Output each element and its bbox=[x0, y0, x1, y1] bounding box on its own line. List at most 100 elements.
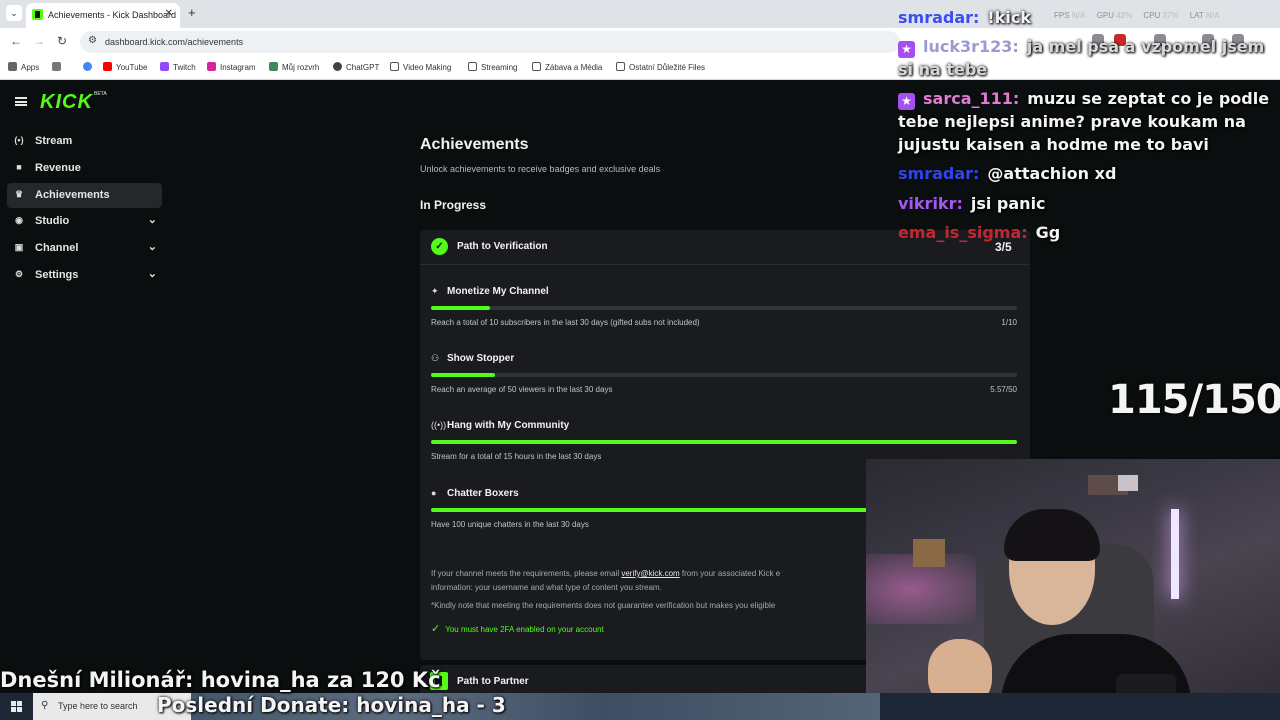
tab-search-button[interactable]: ⌄ bbox=[6, 5, 22, 21]
people-icon: ⚇ bbox=[431, 353, 440, 363]
bookmark-grid[interactable] bbox=[52, 62, 65, 72]
tab-title: Achievements - Kick Dashboard bbox=[48, 10, 177, 20]
bookmark-zabava[interactable]: Zábava a Média bbox=[532, 62, 602, 72]
sidebar-item-channel[interactable]: ▣ Channel ⌄ bbox=[7, 236, 162, 261]
note-text: If your channel meets the requirements, … bbox=[431, 569, 622, 578]
beta-tag: BETA bbox=[94, 91, 107, 97]
chat-message: smradar: @attachion xd bbox=[898, 162, 1278, 185]
reload-icon[interactable]: ↻ bbox=[57, 34, 67, 48]
address-bar[interactable]: ⚙ dashboard.kick.com/achievements bbox=[80, 31, 900, 53]
folder-icon bbox=[468, 62, 477, 71]
chevron-down-icon: ⌄ bbox=[147, 241, 157, 253]
bookmark-apps[interactable]: Apps bbox=[8, 62, 39, 72]
folder-icon bbox=[616, 62, 625, 71]
requirement-progress: 5.57/50 bbox=[990, 385, 1017, 394]
sidebar-item-revenue[interactable]: ■ Revenue bbox=[7, 156, 162, 181]
sidebar-item-studio[interactable]: ◉ Studio ⌄ bbox=[7, 209, 162, 234]
requirement-name: Show Stopper bbox=[447, 353, 515, 364]
sidebar-item-achievements[interactable]: ♛ Achievements bbox=[7, 183, 162, 208]
chat-message: vikrikr: jsi panic bbox=[898, 192, 1278, 215]
google-icon bbox=[83, 62, 92, 71]
note-line-2: information: your username and what type… bbox=[431, 583, 662, 592]
webcam-feed bbox=[866, 459, 1280, 720]
chat-username: smradar: bbox=[898, 164, 980, 183]
chevron-down-icon: ⌄ bbox=[147, 268, 157, 280]
calendar-icon bbox=[269, 62, 278, 71]
chat-text: jsi panic bbox=[970, 194, 1046, 213]
folder-icon bbox=[390, 62, 399, 71]
requirement-desc: Reach an average of 50 viewers in the la… bbox=[431, 385, 613, 394]
site-info-icon[interactable]: ⚙ bbox=[88, 35, 97, 46]
streamer-hair bbox=[1004, 509, 1100, 561]
chat-username: smradar: bbox=[898, 8, 980, 27]
bookmark-rozvrh[interactable]: Můj rozvrh bbox=[269, 62, 319, 72]
progress-fill bbox=[431, 306, 490, 310]
chat-username: luck3r123: bbox=[923, 37, 1019, 56]
chevron-down-icon: ⌄ bbox=[147, 214, 157, 226]
wall-picture bbox=[913, 539, 945, 567]
page-subtitle: Unlock achievements to receive badges an… bbox=[420, 164, 661, 174]
grid-icon bbox=[52, 62, 61, 71]
twofa-requirement: ✓ You must have 2FA enabled on your accou… bbox=[431, 622, 604, 635]
chatgpt-icon bbox=[333, 62, 342, 71]
verify-email-link[interactable]: verify@kick.com bbox=[621, 569, 679, 578]
bookmark-instagram[interactable]: Instagram bbox=[207, 62, 256, 72]
goal-counter: 115/150 bbox=[1108, 377, 1280, 423]
chat-message: smradar: !kick bbox=[898, 6, 1278, 29]
check-icon: ✓ bbox=[431, 623, 441, 635]
note-text: from your associated Kick e bbox=[679, 569, 781, 578]
search-placeholder: Type here to search bbox=[58, 701, 138, 711]
progress-fill bbox=[431, 440, 1017, 444]
windows-start-icon[interactable] bbox=[11, 701, 22, 712]
requirement-name: Chatter Boxers bbox=[447, 488, 519, 499]
apps-grid-icon bbox=[8, 62, 17, 71]
last-donate-ticker: Poslední Donate: hovina_ha - 3 bbox=[157, 693, 506, 717]
stream-icon: (•) bbox=[14, 135, 24, 145]
back-icon[interactable]: ← bbox=[10, 34, 22, 48]
bookmark-video-making[interactable]: Video Making bbox=[390, 62, 451, 72]
gear-icon: ⚙ bbox=[14, 269, 24, 279]
bookmark-youtube[interactable]: YouTube bbox=[103, 62, 147, 72]
sidebar-item-stream[interactable]: (•) Stream bbox=[7, 129, 162, 154]
progress-track bbox=[431, 306, 1017, 310]
requirement-progress: 1/10 bbox=[1001, 318, 1017, 327]
twitch-icon bbox=[160, 62, 169, 71]
bookmark-google[interactable] bbox=[83, 62, 96, 72]
bookmark-twitch[interactable]: Twitch bbox=[160, 62, 196, 72]
requirement-name: Monetize My Channel bbox=[447, 286, 549, 297]
requirement-item: ⚇ Show Stopper Reach an average of 50 vi… bbox=[420, 353, 1030, 413]
requirement-desc: Reach a total of 10 subscribers in the l… bbox=[431, 318, 700, 327]
chat-text: Gg bbox=[1035, 223, 1061, 242]
top-donor-ticker: Dnešní Milionář: hovina_ha za 120 Kč bbox=[0, 668, 441, 692]
requirement-item: ✦ Monetize My Channel Reach a total of 1… bbox=[420, 286, 1030, 346]
chat-text: @attachion xd bbox=[987, 164, 1117, 183]
instagram-icon bbox=[207, 62, 216, 71]
menu-icon[interactable] bbox=[15, 97, 27, 106]
twofa-text: You must have 2FA enabled on your accoun… bbox=[445, 625, 604, 634]
folder-icon bbox=[532, 62, 541, 71]
progress-track bbox=[431, 440, 1017, 444]
chat-username: sarca_111: bbox=[923, 89, 1020, 108]
kick-favicon-icon bbox=[32, 9, 43, 20]
screen: ⌄ Achievements - Kick Dashboard ✕ + ← → … bbox=[0, 0, 1280, 720]
wall-picture bbox=[1118, 475, 1138, 491]
close-icon[interactable]: ✕ bbox=[165, 8, 173, 19]
chat-text: !kick bbox=[987, 8, 1031, 27]
kick-logo[interactable]: KICK bbox=[40, 91, 93, 114]
channel-icon: ▣ bbox=[14, 242, 24, 252]
bookmark-ostatni[interactable]: Ostatní Důležité Files bbox=[616, 62, 705, 72]
sidebar-item-settings[interactable]: ⚙ Settings ⌄ bbox=[7, 263, 162, 288]
subscriber-star-icon: ★ bbox=[898, 41, 915, 58]
bookmark-streaming[interactable]: Streaming bbox=[468, 62, 517, 72]
bookmark-chatgpt[interactable]: ChatGPT bbox=[333, 62, 379, 72]
forward-icon[interactable]: → bbox=[33, 34, 45, 48]
browser-tab-active[interactable]: Achievements - Kick Dashboard ✕ bbox=[26, 3, 180, 28]
broadcast-icon: ((•)) bbox=[431, 420, 447, 430]
subscriber-star-icon: ★ bbox=[898, 93, 915, 110]
new-tab-button[interactable]: + bbox=[188, 5, 196, 20]
chat-message: ema_is_sigma: Gg bbox=[898, 221, 1278, 244]
card-title: Path to Verification bbox=[457, 241, 548, 252]
youtube-icon bbox=[103, 62, 112, 71]
requirement-desc: Stream for a total of 15 hours in the la… bbox=[431, 452, 602, 461]
requirement-name: Hang with My Community bbox=[447, 420, 570, 431]
